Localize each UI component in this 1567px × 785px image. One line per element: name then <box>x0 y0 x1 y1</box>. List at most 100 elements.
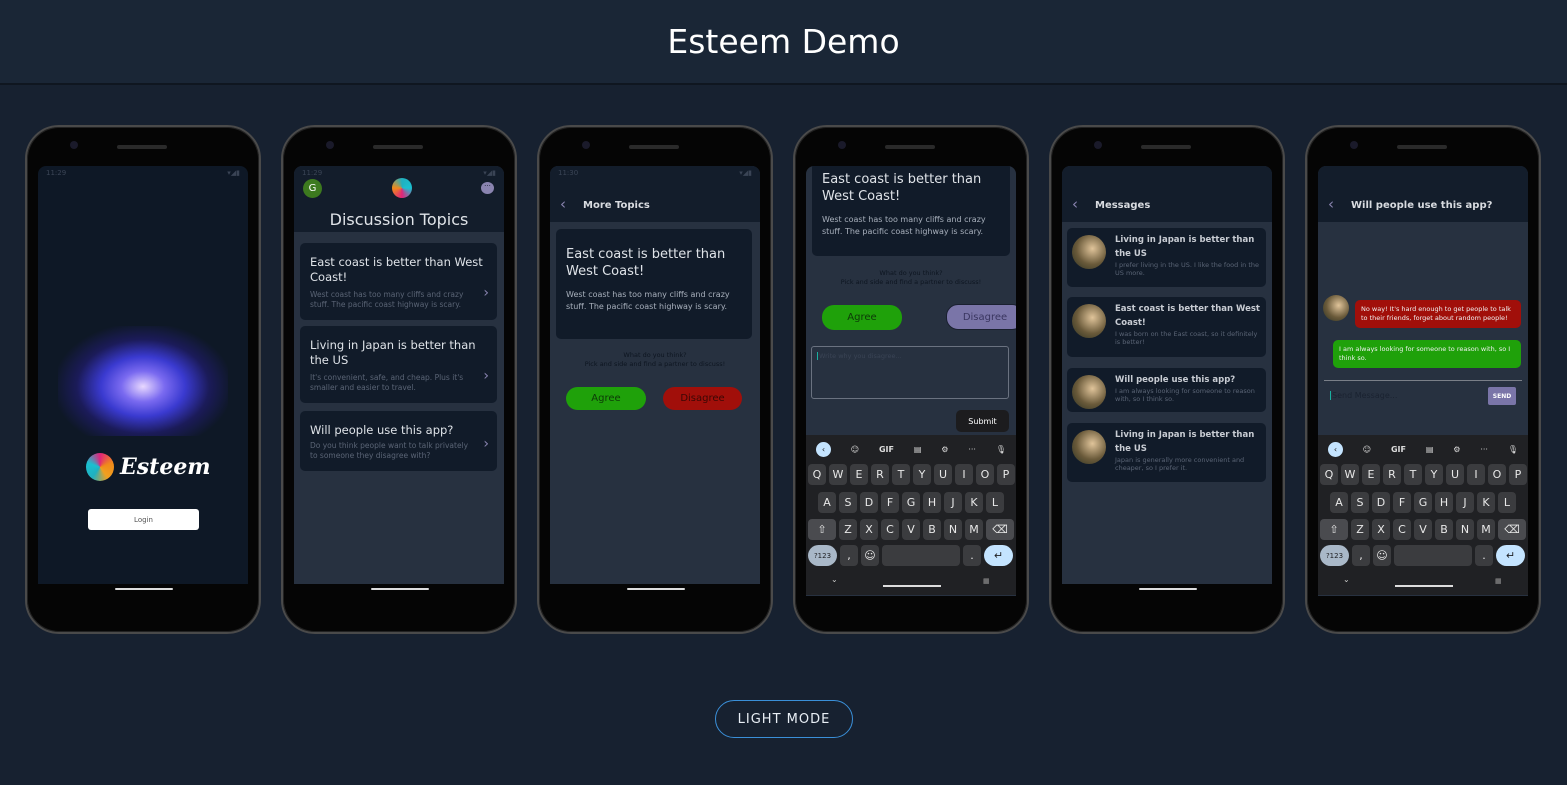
mic-icon[interactable]: 🎙 <box>996 445 1006 454</box>
emoji-key[interactable]: ☺ <box>1373 545 1391 566</box>
emoji-key[interactable]: ☺ <box>861 545 879 566</box>
key-x[interactable]: X <box>860 519 878 540</box>
key-j[interactable]: J <box>944 492 962 513</box>
comma-key[interactable]: , <box>840 545 858 566</box>
key-z[interactable]: Z <box>839 519 857 540</box>
key-n[interactable]: N <box>944 519 962 540</box>
sticker-icon[interactable]: ☺ <box>1363 445 1371 454</box>
key-d[interactable]: D <box>860 492 878 513</box>
key-u[interactable]: U <box>934 464 952 485</box>
light-mode-button[interactable]: LIGHT MODE <box>715 700 853 738</box>
clipboard-icon[interactable]: ▤ <box>1426 445 1434 454</box>
key-w[interactable]: W <box>1341 464 1359 485</box>
key-o[interactable]: O <box>1488 464 1506 485</box>
key-x[interactable]: X <box>1372 519 1390 540</box>
send-button[interactable]: SEND <box>1488 387 1516 405</box>
reason-textarea[interactable]: Write why you disagree... <box>811 346 1009 399</box>
key-f[interactable]: F <box>1393 492 1411 513</box>
period-key[interactable]: . <box>1475 545 1493 566</box>
submit-button[interactable]: Submit <box>956 410 1009 432</box>
gif-button[interactable]: GIF <box>879 445 894 454</box>
key-s[interactable]: S <box>1351 492 1369 513</box>
key-a[interactable]: A <box>1330 492 1348 513</box>
mic-icon[interactable]: 🎙 <box>1508 445 1518 454</box>
gif-button[interactable]: GIF <box>1391 445 1406 454</box>
conversation-item[interactable]: East coast is better than West Coast! I w… <box>1067 297 1266 357</box>
key-j[interactable]: J <box>1456 492 1474 513</box>
hide-keyboard-icon[interactable]: ⌄ <box>1343 575 1350 584</box>
hide-keyboard-icon[interactable]: ⌄ <box>831 575 838 584</box>
key-e[interactable]: E <box>1362 464 1380 485</box>
key-i[interactable]: I <box>955 464 973 485</box>
key-o[interactable]: O <box>976 464 994 485</box>
key-p[interactable]: P <box>1509 464 1527 485</box>
key-f[interactable]: F <box>881 492 899 513</box>
key-s[interactable]: S <box>839 492 857 513</box>
backspace-key[interactable]: ⌫ <box>1498 519 1526 540</box>
key-u[interactable]: U <box>1446 464 1464 485</box>
login-button[interactable]: Login <box>88 509 199 530</box>
key-l[interactable]: L <box>1498 492 1516 513</box>
agree-button[interactable]: Agree <box>822 305 902 330</box>
enter-key[interactable]: ↵ <box>1496 545 1525 566</box>
enter-key[interactable]: ↵ <box>984 545 1013 566</box>
sticker-icon[interactable]: ☺ <box>851 445 859 454</box>
key-l[interactable]: L <box>986 492 1004 513</box>
conversation-item[interactable]: Living in Japan is better than the US I p… <box>1067 228 1266 287</box>
back-icon[interactable]: ‹ <box>1072 195 1078 213</box>
key-c[interactable]: C <box>881 519 899 540</box>
topic-card[interactable]: East coast is better than West Coast! Wes… <box>300 243 497 320</box>
space-key[interactable] <box>882 545 960 566</box>
period-key[interactable]: . <box>963 545 981 566</box>
key-q[interactable]: Q <box>808 464 826 485</box>
key-w[interactable]: W <box>829 464 847 485</box>
conversation-item[interactable]: Living in Japan is better than the US Jap… <box>1067 423 1266 482</box>
key-a[interactable]: A <box>818 492 836 513</box>
key-b[interactable]: B <box>1435 519 1453 540</box>
shift-key[interactable]: ⇧ <box>1320 519 1348 540</box>
settings-icon[interactable]: ⚙ <box>1453 445 1460 454</box>
key-d[interactable]: D <box>1372 492 1390 513</box>
key-m[interactable]: M <box>965 519 983 540</box>
key-n[interactable]: N <box>1456 519 1474 540</box>
collapse-icon[interactable]: ‹ <box>815 441 831 457</box>
key-h[interactable]: H <box>1435 492 1453 513</box>
space-key[interactable] <box>1394 545 1472 566</box>
key-h[interactable]: H <box>923 492 941 513</box>
user-avatar[interactable]: G <box>303 179 322 198</box>
key-v[interactable]: V <box>1414 519 1432 540</box>
clipboard-icon[interactable]: ▤ <box>914 445 922 454</box>
symbols-key[interactable]: ?123 <box>808 545 837 566</box>
keyboard-switch-icon[interactable]: ▦ <box>1495 577 1502 585</box>
key-y[interactable]: Y <box>913 464 931 485</box>
key-m[interactable]: M <box>1477 519 1495 540</box>
key-t[interactable]: T <box>892 464 910 485</box>
key-k[interactable]: K <box>1477 492 1495 513</box>
key-r[interactable]: R <box>871 464 889 485</box>
backspace-key[interactable]: ⌫ <box>986 519 1014 540</box>
settings-icon[interactable]: ⚙ <box>941 445 948 454</box>
back-icon[interactable]: ‹ <box>1328 195 1334 213</box>
more-icon[interactable]: ··· <box>1480 445 1488 454</box>
key-z[interactable]: Z <box>1351 519 1369 540</box>
key-e[interactable]: E <box>850 464 868 485</box>
message-input[interactable]: Send Message... <box>1330 391 1480 400</box>
key-g[interactable]: G <box>1414 492 1432 513</box>
keyboard-switch-icon[interactable]: ▦ <box>983 577 990 585</box>
key-b[interactable]: B <box>923 519 941 540</box>
key-g[interactable]: G <box>902 492 920 513</box>
topic-card[interactable]: Living in Japan is better than the US It'… <box>300 326 497 403</box>
shift-key[interactable]: ⇧ <box>808 519 836 540</box>
key-r[interactable]: R <box>1383 464 1401 485</box>
agree-button[interactable]: Agree <box>566 387 646 410</box>
conversation-item[interactable]: Will people use this app? I am always loo… <box>1067 368 1266 412</box>
messages-icon[interactable]: ··· <box>481 182 494 194</box>
key-q[interactable]: Q <box>1320 464 1338 485</box>
comma-key[interactable]: , <box>1352 545 1370 566</box>
key-c[interactable]: C <box>1393 519 1411 540</box>
back-icon[interactable]: ‹ <box>560 195 566 213</box>
symbols-key[interactable]: ?123 <box>1320 545 1349 566</box>
key-v[interactable]: V <box>902 519 920 540</box>
key-y[interactable]: Y <box>1425 464 1443 485</box>
key-p[interactable]: P <box>997 464 1015 485</box>
